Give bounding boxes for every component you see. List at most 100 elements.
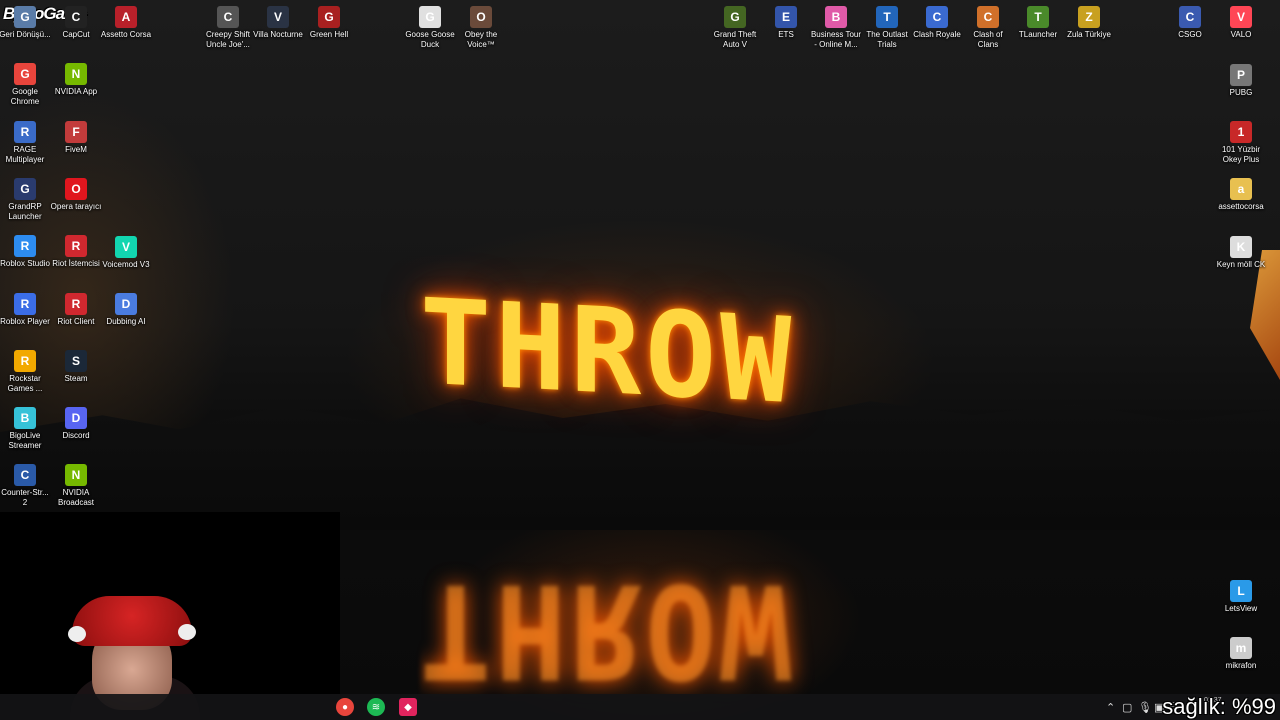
taskbar-app-icon[interactable]: ◆ (399, 698, 417, 716)
desktop-icon-fivem[interactable]: F FiveM (50, 120, 102, 155)
desktop-icon-recycle-bin[interactable]: G Geri Dönüşü... (0, 6, 51, 40)
clash-of-clans-icon: C (977, 6, 999, 28)
desktop-icon-label: Assetto Corsa (100, 30, 152, 39)
gta-v-icon: G (724, 6, 746, 28)
folder-icon: a (1230, 178, 1252, 200)
desktop-icon-outlast-trials[interactable]: T The Outlast Trials (861, 6, 913, 50)
desktop-icon-label: Keyn möll CK (1216, 260, 1266, 269)
desktop-icon-label: Counter-Str... 2 (1, 488, 49, 508)
desktop-icon-label: RAGE Multiplayer (5, 144, 45, 164)
desktop-icon-folder[interactable]: a assettocorsa (1215, 178, 1267, 212)
desktop-icon-green-hell[interactable]: G Green Hell (303, 6, 355, 40)
desktop-icon-label: Riot İstemcisi (52, 259, 100, 269)
taskbar-spotify-icon[interactable]: ≋ (367, 698, 385, 716)
ets-icon: E (775, 6, 797, 28)
assetto-corsa-icon: A (115, 6, 137, 28)
desktop-icon-creepy-shift[interactable]: C Creepy Shift Uncle Joe'... (202, 6, 254, 50)
rockstar-icon: R (14, 349, 36, 372)
desktop-icon-label: TLauncher (1018, 30, 1058, 39)
desktop-icon-label: Villa Nocturne (253, 30, 303, 39)
desktop-icon-media-file[interactable]: K Keyn möll CK (1215, 236, 1267, 270)
hat-pompom-right (178, 624, 196, 640)
desktop-icon-rage-mp[interactable]: R RAGE Multiplayer (0, 120, 51, 165)
desktop-icon-label: Clash Royale (913, 30, 961, 39)
desktop-icon-tlauncher[interactable]: T TLauncher (1012, 6, 1064, 40)
desktop-icon-label: Riot Client (57, 316, 95, 326)
desktop-icon-capcut[interactable]: C CapCut (50, 6, 102, 40)
desktop-icon-label: NVIDIA Broadcast (57, 488, 95, 508)
tray-microphone-icon[interactable]: 🎙 (1138, 698, 1152, 716)
desktop-icon-pubg[interactable]: P PUBG (1215, 64, 1267, 98)
opera-icon: O (65, 177, 87, 200)
letsview-icon: L (1230, 580, 1252, 602)
desktop-icon-rockstar[interactable]: R Rockstar Games ... (0, 349, 51, 394)
villa-nocturne-icon: V (267, 6, 289, 28)
desktop-icon-audio-file[interactable]: m mikrafon (1215, 637, 1267, 671)
recycle-bin-icon: G (14, 6, 36, 28)
desktop-icon-label: Zula Türkiye (1067, 30, 1111, 39)
tray-overflow-chevron-icon[interactable]: ⌃ (1106, 698, 1115, 716)
desktop-icon-okey-plus[interactable]: 1 101 Yüzbir Okey Plus (1215, 121, 1267, 165)
desktop-icon-label: assettocorsa (1218, 202, 1264, 211)
desktop-icon-label: Green Hell (309, 30, 349, 39)
desktop-icon-cs2[interactable]: C Counter-Str... 2 (0, 464, 51, 508)
desktop-icon-roblox-studio[interactable]: R Roblox Studio (0, 235, 51, 269)
desktop-icon-nvidia-broadcast[interactable]: N NVIDIA Broadcast (50, 464, 102, 508)
desktop-icon-label: Discord (62, 431, 90, 441)
desktop-icon-label: Clash of Clans (973, 30, 1003, 49)
desktop-icon-business-tour[interactable]: B Business Tour - Online M... (810, 6, 862, 50)
desktop-icon-chrome[interactable]: G Google Chrome (0, 63, 51, 107)
desktop-icon-nvidia[interactable]: N NVIDIA App (50, 63, 102, 97)
tray-usb-icon[interactable]: ▢ (1122, 698, 1132, 716)
desktop-icon-letsview[interactable]: L LetsView (1215, 580, 1267, 614)
desktop-icon-dubbing-ai[interactable]: D Dubbing AI (100, 293, 152, 327)
desktop-icon-riot[interactable]: R Riot İstemcisi (50, 235, 102, 269)
desktop-icon-assetto-corsa[interactable]: A Assetto Corsa (100, 6, 152, 40)
wallpaper-headline: THROW (420, 272, 796, 431)
media-file-icon: K (1230, 236, 1252, 258)
csgo-icon: C (1179, 6, 1201, 28)
desktop-icon-discord[interactable]: D Discord (50, 407, 102, 441)
desktop-icon-label: Steam (64, 373, 88, 383)
nvidia-icon: N (65, 63, 87, 86)
desktop-icon-label: LetsView (1224, 604, 1258, 613)
taskbar (0, 694, 1280, 720)
health-overlay: sağlık: %99 (1162, 694, 1276, 719)
outlast-trials-icon: T (876, 6, 898, 28)
desktop-icon-ets[interactable]: E ETS (760, 6, 812, 40)
desktop-icon-riot[interactable]: R Riot Client (50, 292, 102, 327)
desktop-icon-csgo[interactable]: C CSGO (1164, 6, 1216, 40)
desktop-icon-label: Creepy Shift Uncle Joe'... (205, 30, 251, 49)
desktop-icon-opera[interactable]: O Opera tarayıcı (50, 177, 102, 212)
desktop-icon-clash-of-clans[interactable]: C Clash of Clans (962, 6, 1014, 50)
desktop-icon-label: GrandRP Launcher (8, 201, 42, 221)
desktop-icon-gta-v[interactable]: G Grand Theft Auto V (709, 6, 761, 50)
desktop-icon-grandrp[interactable]: G GrandRP Launcher (0, 177, 51, 222)
streamer-hat (72, 596, 192, 646)
zula-icon: Z (1078, 6, 1100, 28)
desktop-icon-bigolive[interactable]: B BigoLive Streamer (0, 407, 51, 451)
rage-mp-icon: R (14, 120, 36, 143)
grandrp-icon: G (14, 177, 36, 200)
desktop-icon-roblox[interactable]: R Roblox Player (0, 292, 51, 327)
desktop-icon-label: The Outlast Trials (866, 30, 908, 49)
desktop-icon-voicemod[interactable]: V Voicemod V3 (100, 236, 152, 270)
pubg-icon: P (1230, 64, 1252, 86)
capcut-icon: C (65, 6, 87, 28)
fivem-icon: F (65, 120, 87, 143)
steam-icon: S (65, 349, 87, 372)
desktop-icon-goose-goose-duck[interactable]: G Goose Goose Duck (404, 6, 456, 50)
desktop-icon-obey-the-voice[interactable]: O Obey the Voice™ (455, 6, 507, 50)
desktop-icon-clash-royale[interactable]: C Clash Royale (911, 6, 963, 40)
desktop-icon-label: Roblox Studio (0, 259, 50, 269)
taskbar-chrome-icon[interactable]: ● (336, 698, 354, 716)
desktop-icon-label: Grand Theft Auto V (713, 30, 757, 49)
desktop-icon-valorant[interactable]: V VALO (1215, 6, 1267, 40)
desktop-icon-steam[interactable]: S Steam (50, 349, 102, 384)
bigolive-icon: B (14, 407, 36, 430)
creepy-shift-icon: C (217, 6, 239, 28)
desktop-icon-villa-nocturne[interactable]: V Villa Nocturne (252, 6, 304, 40)
desktop-icon-label: Google Chrome (10, 87, 40, 107)
roblox-studio-icon: R (14, 235, 36, 258)
desktop-icon-zula[interactable]: Z Zula Türkiye (1063, 6, 1115, 40)
